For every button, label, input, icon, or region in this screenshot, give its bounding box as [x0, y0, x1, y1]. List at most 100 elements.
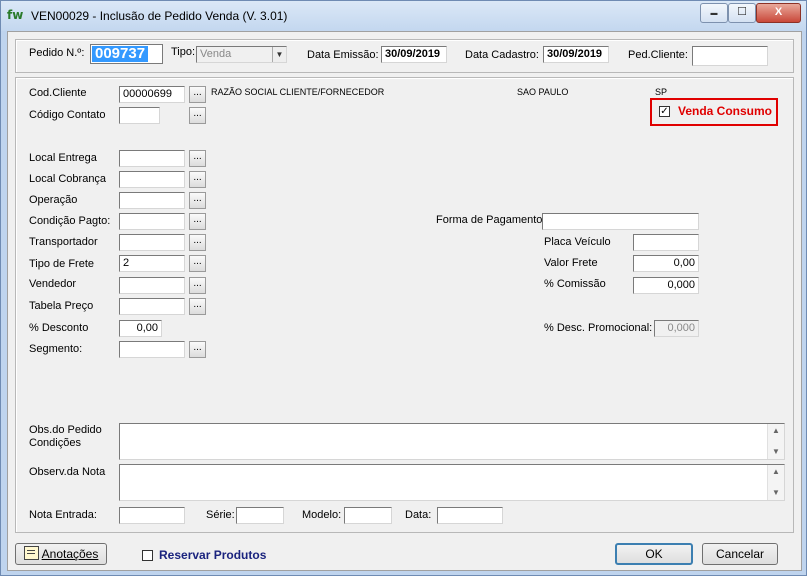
operacao-label: Operação — [29, 194, 78, 206]
maximize-button[interactable]: ☐ — [728, 3, 756, 23]
local-entrega-field[interactable] — [119, 150, 185, 167]
pedido-number-value: 009737 — [92, 46, 149, 62]
ok-button[interactable]: OK — [615, 543, 693, 565]
data-cadastro-field[interactable]: 30/09/2019 — [543, 46, 609, 63]
minimize-icon: ▬ — [710, 10, 718, 17]
venda-consumo-label: Venda Consumo — [678, 104, 773, 118]
cod-cliente-label: Cod.Cliente — [29, 87, 87, 99]
operacao-field[interactable] — [119, 192, 185, 209]
data-field[interactable] — [437, 507, 503, 524]
observ-nota-label: Observ.da Nota — [29, 466, 106, 478]
vendedor-label: Vendedor — [29, 278, 77, 290]
local-cobranca-label: Local Cobrança — [29, 173, 107, 185]
condicao-pagto-lookup-button[interactable]: ... — [189, 213, 206, 230]
window-title: VEN00029 - Inclusão de Pedido Venda (V. … — [31, 9, 288, 23]
condicoes-label: Condições — [29, 437, 81, 449]
tipo-value: Venda — [200, 48, 232, 60]
obs-pedido-scrollbar[interactable]: ▲ ▼ — [767, 424, 784, 459]
local-entrega-lookup-button[interactable]: ... — [189, 150, 206, 167]
client-area: Pedido N.º: 009737 Tipo: Venda ▼ Data Emi… — [7, 31, 802, 571]
scroll-up-icon[interactable]: ▲ — [768, 465, 784, 479]
app-window: fw VEN00029 - Inclusão de Pedido Venda (… — [0, 0, 807, 576]
anotacoes-label: Anotações — [41, 547, 99, 561]
comissao-label: % Comissão — [544, 278, 606, 290]
placa-veiculo-label: Placa Veículo — [544, 236, 611, 248]
obs-pedido-label: Obs.do Pedido — [29, 424, 102, 436]
desc-promocional-field: 0,000 — [654, 320, 699, 337]
razao-social: RAZÃO SOCIAL CLIENTE/FORNECEDOR — [211, 87, 385, 97]
transportador-field[interactable] — [119, 234, 185, 251]
nota-entrada-label: Nota Entrada: — [29, 509, 97, 521]
desconto-label: % Desconto — [29, 322, 89, 334]
comissao-field[interactable]: 0,000 — [633, 277, 699, 294]
notes-icon — [23, 546, 39, 560]
minimize-button[interactable]: ▬ — [700, 3, 728, 23]
codigo-contato-field[interactable] — [119, 107, 160, 124]
cidade: SAO PAULO — [517, 87, 569, 97]
cancelar-button[interactable]: Cancelar — [702, 543, 778, 565]
data-cadastro-label: Data Cadastro: — [465, 49, 539, 61]
tipo-frete-label: Tipo de Frete — [29, 258, 95, 270]
codigo-contato-label: Código Contato — [29, 109, 106, 121]
desconto-field[interactable]: 0,00 — [119, 320, 162, 337]
vendedor-field[interactable] — [119, 277, 185, 294]
serie-field[interactable] — [236, 507, 284, 524]
data-label: Data: — [405, 509, 432, 521]
condicao-pagto-field[interactable] — [119, 213, 185, 230]
vendedor-lookup-button[interactable]: ... — [189, 277, 206, 294]
scroll-down-icon[interactable]: ▼ — [768, 445, 784, 459]
uf: SP — [655, 87, 668, 97]
local-cobranca-field[interactable] — [119, 171, 185, 188]
local-cobranca-lookup-button[interactable]: ... — [189, 171, 206, 188]
transportador-label: Transportador — [29, 236, 98, 248]
codigo-contato-lookup-button[interactable]: ... — [189, 107, 206, 124]
forma-pagamento-field[interactable] — [542, 213, 699, 230]
tipo-select[interactable]: Venda ▼ — [196, 46, 287, 63]
valor-frete-label: Valor Frete — [544, 257, 598, 269]
desc-promocional-label: % Desc. Promocional: — [544, 322, 653, 334]
ped-cliente-label: Ped.Cliente: — [628, 49, 688, 61]
tabela-preco-label: Tabela Preço — [29, 300, 94, 312]
scroll-down-icon[interactable]: ▼ — [768, 486, 784, 500]
serie-label: Série: — [206, 509, 235, 521]
app-logo-icon: fw — [7, 8, 24, 22]
condicao-pagto-label: Condição Pagto: — [29, 215, 111, 227]
tipo-frete-lookup-button[interactable]: ... — [189, 255, 206, 272]
chevron-down-icon: ▼ — [272, 47, 286, 62]
segmento-field[interactable] — [119, 341, 185, 358]
data-emissao-field[interactable]: 30/09/2019 — [381, 46, 447, 63]
operacao-lookup-button[interactable]: ... — [189, 192, 206, 209]
close-button[interactable]: X — [756, 3, 801, 23]
forma-pagamento-label: Forma de Pagamento: — [436, 214, 546, 226]
ped-cliente-field[interactable] — [692, 46, 768, 66]
obs-pedido-memo[interactable]: ▲ ▼ — [119, 423, 785, 460]
tipo-frete-field[interactable]: 2 — [119, 255, 185, 272]
pedido-label: Pedido N.º: — [29, 47, 85, 59]
local-entrega-label: Local Entrega — [29, 152, 97, 164]
segmento-label: Segmento: — [29, 343, 83, 355]
segmento-lookup-button[interactable]: ... — [189, 341, 206, 358]
data-emissao-label: Data Emissão: — [307, 49, 379, 61]
nota-entrada-field[interactable] — [119, 507, 185, 524]
transportador-lookup-button[interactable]: ... — [189, 234, 206, 251]
tipo-label: Tipo: — [171, 46, 196, 58]
valor-frete-field[interactable]: 0,00 — [633, 255, 699, 272]
reservar-produtos-checkbox[interactable] — [142, 550, 153, 561]
reservar-produtos-label: Reservar Produtos — [159, 548, 267, 562]
venda-consumo-checkbox[interactable]: ✓ — [659, 106, 670, 117]
placa-veiculo-field[interactable] — [633, 234, 699, 251]
observ-nota-scrollbar[interactable]: ▲ ▼ — [767, 465, 784, 500]
tabela-preco-lookup-button[interactable]: ... — [189, 298, 206, 315]
cod-cliente-field[interactable]: 00000699 — [119, 86, 185, 103]
observ-nota-memo[interactable]: ▲ ▼ — [119, 464, 785, 501]
modelo-field[interactable] — [344, 507, 392, 524]
maximize-icon: ☐ — [737, 6, 747, 18]
tabela-preco-field[interactable] — [119, 298, 185, 315]
title-bar: fw VEN00029 - Inclusão de Pedido Venda (… — [1, 1, 806, 31]
anotacoes-button[interactable]: Anotações — [15, 543, 107, 565]
modelo-label: Modelo: — [302, 509, 342, 521]
close-icon: X — [774, 6, 783, 18]
pedido-number-field[interactable]: 009737 — [90, 44, 163, 64]
cod-cliente-lookup-button[interactable]: ... — [189, 86, 206, 103]
scroll-up-icon[interactable]: ▲ — [768, 424, 784, 438]
